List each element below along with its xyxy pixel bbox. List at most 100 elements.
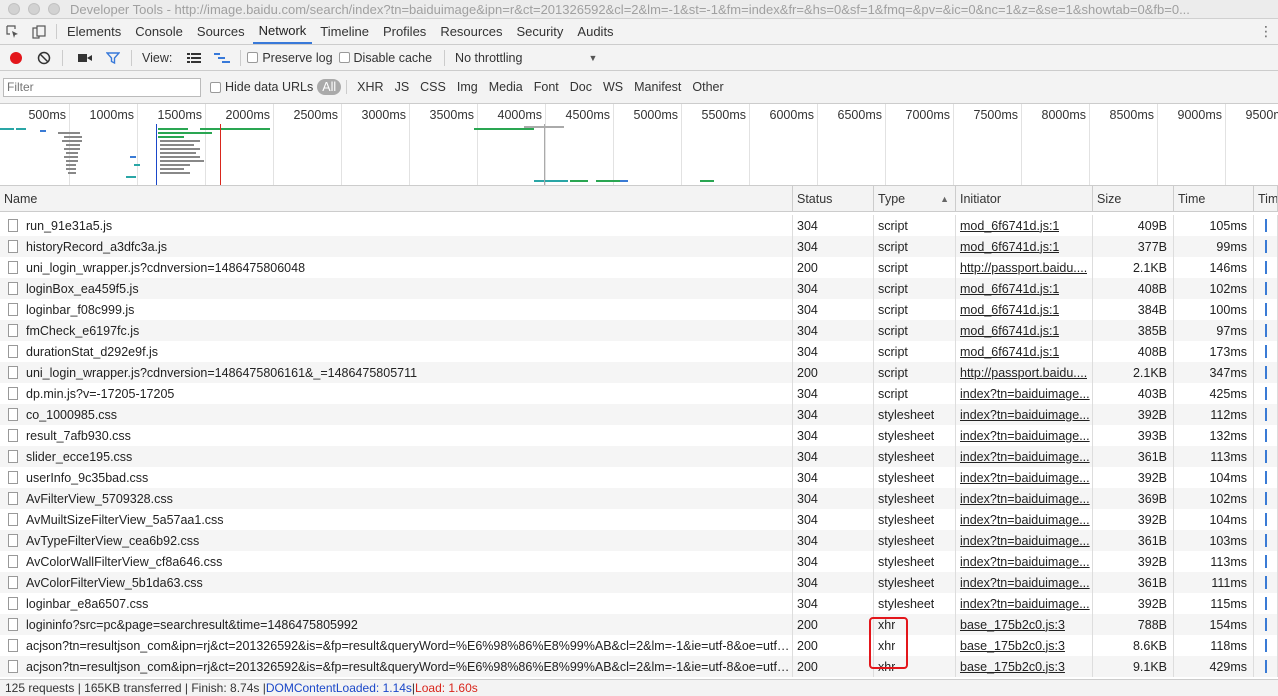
filter-type-all[interactable]: All — [317, 79, 342, 95]
close-window-button[interactable] — [8, 3, 20, 15]
tab-network[interactable]: Network — [252, 19, 313, 44]
table-row[interactable]: acjson?tn=resultjson_com&ipn=rj&ct=20132… — [0, 635, 1278, 656]
cell-type-text: stylesheet — [878, 512, 935, 527]
cell-initiator-text[interactable]: index?tn=baiduimage... — [960, 576, 1090, 590]
table-row[interactable]: AvColorWallFilterView_cf8a646.css 304 styl… — [0, 551, 1278, 572]
cell-initiator-text[interactable]: mod_6f6741d.js:1 — [960, 345, 1059, 359]
panel-tabs: Elements Console Sources Network Timeline Pro… — [61, 19, 622, 44]
column-header-type[interactable]: Type ▲ — [874, 186, 956, 212]
tab-resources[interactable]: Resources — [434, 19, 508, 44]
checkbox-box[interactable] — [210, 81, 221, 93]
table-row[interactable]: logininfo?src=pc&page=searchresult&time=… — [0, 614, 1278, 635]
tab-elements[interactable]: Elements — [61, 19, 127, 44]
filter-input[interactable] — [3, 77, 201, 97]
column-header-time[interactable]: Time — [1254, 186, 1278, 212]
zoom-window-button[interactable] — [48, 3, 60, 15]
inspect-element-icon[interactable] — [0, 19, 26, 44]
record-icon — [10, 51, 22, 64]
cell-initiator-text[interactable]: index?tn=baiduimage... — [960, 429, 1090, 443]
table-row[interactable]: historyRecord_a3dfc3a.js 304 script mod_6f6… — [0, 236, 1278, 257]
table-row[interactable]: AvTypeFilterView_cea6b92.css 304 styleshee… — [0, 530, 1278, 551]
table-row[interactable]: uni_login_wrapper.js?cdnversion=14864758… — [0, 362, 1278, 383]
filter-toggle-button[interactable] — [101, 46, 125, 70]
cell-initiator-text[interactable]: base_175b2c0.js:3 — [960, 639, 1065, 653]
filter-type-manifest[interactable]: Manifest — [630, 79, 685, 95]
preserve-log-checkbox[interactable]: Preserve log — [247, 51, 333, 65]
table-row[interactable]: slider_ecce195.css 304 stylesheet index?tn=… — [0, 446, 1278, 467]
device-mode-icon[interactable] — [26, 19, 52, 44]
column-header-time[interactable]: Time — [1174, 186, 1254, 212]
timeline-overview[interactable]: 500ms 1000ms 1500ms 2000ms 2500ms 3000ms 3500m… — [0, 104, 1278, 186]
table-row[interactable]: AvMuiltSizeFilterView_5a57aa1.css 304 styl… — [0, 509, 1278, 530]
cell-initiator-text[interactable]: index?tn=baiduimage... — [960, 597, 1090, 611]
table-row[interactable]: fmCheck_e6197fc.js 304 script mod_6f6741d.j… — [0, 320, 1278, 341]
cell-initiator-text[interactable]: mod_6f6741d.js:1 — [960, 219, 1059, 233]
filter-type-img[interactable]: Img — [453, 79, 482, 95]
cell-status-text: 200 — [797, 365, 818, 380]
tab-profiles[interactable]: Profiles — [377, 19, 432, 44]
table-row[interactable]: run_91e31a5.js 304 script mod_6f6741d.js:1 4… — [0, 215, 1278, 236]
table-row[interactable]: loginbar_e8a6507.css 304 stylesheet index?t… — [0, 593, 1278, 614]
cell-initiator-text[interactable]: index?tn=baiduimage... — [960, 555, 1090, 569]
tab-security[interactable]: Security — [510, 19, 569, 44]
table-row[interactable]: co_1000985.css 304 stylesheet index?tn=baid… — [0, 404, 1278, 425]
table-row[interactable]: userInfo_9c35bad.css 304 stylesheet index?t… — [0, 467, 1278, 488]
throttling-select[interactable]: No throttling ▼ — [455, 51, 597, 65]
cell-initiator-text[interactable]: index?tn=baiduimage... — [960, 408, 1090, 422]
table-row[interactable]: dp.min.js?v=-17205-17205 304 script index?t… — [0, 383, 1278, 404]
record-button[interactable] — [4, 46, 28, 70]
clear-button[interactable] — [32, 46, 56, 70]
capture-screenshots-button[interactable] — [73, 46, 97, 70]
large-rows-button[interactable] — [182, 46, 206, 70]
tab-timeline[interactable]: Timeline — [314, 19, 375, 44]
filter-type-doc[interactable]: Doc — [566, 79, 596, 95]
table-row[interactable]: loginbar_f08c999.js 304 script mod_6f6741d.… — [0, 299, 1278, 320]
filter-type-font[interactable]: Font — [530, 79, 563, 95]
table-row[interactable]: loginBox_ea459f5.js 304 script mod_6f6741d.… — [0, 278, 1278, 299]
tab-console[interactable]: Console — [129, 19, 189, 44]
tab-sources[interactable]: Sources — [191, 19, 251, 44]
table-row[interactable]: uni_login_wrapper.js?cdnversion=14864758… — [0, 257, 1278, 278]
overview-toggle-button[interactable] — [210, 46, 234, 70]
checkbox-box[interactable] — [247, 52, 259, 63]
column-header-status[interactable]: Status — [793, 186, 874, 212]
table-row[interactable]: acjson?tn=resultjson_com&ipn=rj&ct=20132… — [0, 656, 1278, 677]
checkbox-box[interactable] — [338, 52, 350, 63]
cell-initiator-text[interactable]: index?tn=baiduimage... — [960, 387, 1090, 401]
column-header-size[interactable]: Size — [1093, 186, 1174, 212]
filter-type-ws[interactable]: WS — [599, 79, 627, 95]
cell-initiator-text[interactable]: http://passport.baidu.... — [960, 366, 1087, 380]
filter-type-js[interactable]: JS — [391, 79, 414, 95]
more-menu-icon[interactable]: ⋮ — [1254, 19, 1278, 44]
cell-initiator-text[interactable]: base_175b2c0.js:3 — [960, 618, 1065, 632]
cell-initiator-text[interactable]: mod_6f6741d.js:1 — [960, 303, 1059, 317]
cell-initiator-text[interactable]: base_175b2c0.js:3 — [960, 660, 1065, 674]
column-header-name[interactable]: Name — [0, 186, 793, 212]
cell-initiator-text[interactable]: http://passport.baidu.... — [960, 261, 1087, 275]
minimize-window-button[interactable] — [28, 3, 40, 15]
tab-audits[interactable]: Audits — [571, 19, 619, 44]
table-row[interactable]: AvFilterView_5709328.css 304 stylesheet ind… — [0, 488, 1278, 509]
disable-cache-checkbox[interactable]: Disable cache — [338, 51, 432, 65]
cell-initiator-text[interactable]: index?tn=baiduimage... — [960, 534, 1090, 548]
column-header-initiator[interactable]: Initiator — [956, 186, 1093, 212]
cell-initiator: base_175b2c0.js:3 — [956, 614, 1093, 635]
cell-initiator-text[interactable]: index?tn=baiduimage... — [960, 450, 1090, 464]
filter-type-other[interactable]: Other — [688, 79, 727, 95]
cell-initiator-text[interactable]: index?tn=baiduimage... — [960, 513, 1090, 527]
filter-type-css[interactable]: CSS — [416, 79, 450, 95]
table-row[interactable]: AvColorFilterView_5b1da63.css 304 styleshe… — [0, 572, 1278, 593]
overview-request-bar — [126, 176, 136, 178]
table-row[interactable]: result_7afb930.css 304 stylesheet index?tn=… — [0, 425, 1278, 446]
filter-type-xhr[interactable]: XHR — [353, 79, 387, 95]
cell-initiator-text[interactable]: mod_6f6741d.js:1 — [960, 282, 1059, 296]
hide-data-urls-checkbox[interactable]: Hide data URLs — [210, 80, 313, 94]
table-row[interactable]: durationStat_d292e9f.js 304 script mod_6f67… — [0, 341, 1278, 362]
cell-initiator-text[interactable]: mod_6f6741d.js:1 — [960, 240, 1059, 254]
cell-initiator-text[interactable]: mod_6f6741d.js:1 — [960, 324, 1059, 338]
cell-status-text: 304 — [797, 281, 818, 296]
cell-size: 384B — [1093, 299, 1174, 320]
filter-type-media[interactable]: Media — [485, 79, 527, 95]
cell-initiator-text[interactable]: index?tn=baiduimage... — [960, 471, 1090, 485]
cell-initiator-text[interactable]: index?tn=baiduimage... — [960, 492, 1090, 506]
